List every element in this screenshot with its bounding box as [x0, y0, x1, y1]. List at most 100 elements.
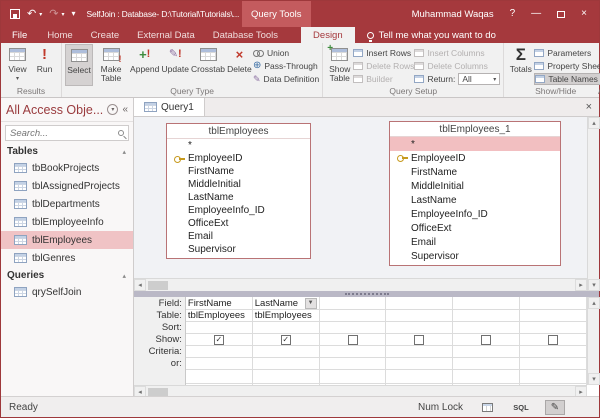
table-cell[interactable] [520, 310, 586, 322]
criteria-cell[interactable] [253, 346, 319, 358]
field-cell[interactable] [320, 297, 386, 310]
close-icon[interactable]: × [586, 98, 599, 116]
top-pane-horizontal-scrollbar[interactable]: ◂ ▸ [134, 278, 587, 291]
scroll-right-icon[interactable]: ▸ [575, 279, 587, 291]
field-cell[interactable] [386, 297, 452, 310]
append-button[interactable]: +! Append [129, 44, 160, 86]
table-field-row[interactable]: OfficeExt [167, 217, 310, 230]
field-cell[interactable] [453, 297, 519, 310]
collapse-group-icon[interactable]: ▴ [122, 272, 126, 280]
top-pane-vertical-scrollbar[interactable]: ▴ ▾ [587, 117, 599, 291]
grid-column-5[interactable] [453, 297, 520, 385]
grid-column-3[interactable] [320, 297, 387, 385]
criteria-cell[interactable] [520, 346, 586, 358]
tab-file[interactable]: File [1, 27, 38, 43]
table-field-row[interactable]: EmployeeInfo_ID [167, 204, 310, 217]
or-cell[interactable] [520, 358, 586, 370]
union-button[interactable]: Union [253, 47, 319, 59]
sql-view-button[interactable]: SQL [511, 400, 531, 415]
tab-home[interactable]: Home [38, 27, 81, 43]
grid-column-6[interactable] [520, 297, 587, 385]
or-cell[interactable] [253, 358, 319, 370]
maximize-button[interactable] [557, 11, 565, 18]
table-field-row[interactable]: FirstName [167, 165, 310, 178]
table-field-row[interactable]: LastName [390, 193, 560, 207]
show-table-button[interactable]: + Show Table [326, 44, 353, 86]
criteria-cell[interactable] [186, 346, 252, 358]
table-window-tblEmployees[interactable]: tblEmployees * EmployeeID FirstName Midd… [166, 123, 311, 259]
nav-item-tbBookProjects[interactable]: tbBookProjects [1, 159, 133, 177]
nav-pane-title[interactable]: All Access Obje... [6, 103, 107, 117]
empty-cell[interactable] [386, 370, 452, 384]
field-cell[interactable] [520, 297, 586, 310]
grid-column-1[interactable]: FirstName tblEmployees ✓ [186, 297, 253, 385]
table-cell[interactable] [320, 310, 386, 322]
show-checkbox[interactable] [414, 335, 424, 345]
design-view-button[interactable]: ✎ [545, 400, 565, 415]
update-button[interactable]: ✎! Update [160, 44, 190, 86]
show-checkbox[interactable] [348, 335, 358, 345]
show-cell[interactable] [520, 334, 586, 346]
table-field-row[interactable]: Supervisor [390, 249, 560, 263]
criteria-cell[interactable] [320, 346, 386, 358]
show-checkbox[interactable] [481, 335, 491, 345]
table-window-title[interactable]: tblEmployees_1 [390, 122, 560, 137]
pass-through-button[interactable]: ⊕ Pass-Through [253, 60, 319, 72]
tab-external-data[interactable]: External Data [128, 27, 204, 43]
empty-cell[interactable] [520, 370, 586, 384]
nav-item-tblEmployees[interactable]: tblEmployees [1, 231, 133, 249]
tab-database-tools[interactable]: Database Tools [204, 27, 287, 43]
table-cell[interactable] [453, 310, 519, 322]
nav-group-queries[interactable]: Queries ▴ [1, 267, 133, 283]
shutter-close-icon[interactable]: « [122, 104, 128, 115]
sort-cell[interactable] [386, 322, 452, 334]
run-button[interactable]: ! Run [31, 44, 58, 86]
insert-rows-button[interactable]: Insert Rows [353, 47, 414, 59]
or-cell[interactable] [186, 358, 252, 370]
user-name[interactable]: Muhammad Waqas [412, 9, 494, 20]
show-cell[interactable]: ✓ [253, 334, 319, 346]
table-cell[interactable] [386, 310, 452, 322]
grid-vertical-scrollbar[interactable]: ▴ ▾ [587, 297, 599, 385]
tell-me-box[interactable]: Tell me what you want to do [355, 27, 496, 43]
save-icon[interactable] [10, 9, 20, 19]
data-definition-button[interactable]: ✎ Data Definition [253, 73, 319, 85]
nav-item-tblGenres[interactable]: tblGenres [1, 249, 133, 267]
nav-item-tblEmployeeInfo[interactable]: tblEmployeeInfo [1, 213, 133, 231]
table-names-button[interactable]: Table Names [534, 73, 600, 85]
table-field-row[interactable]: * [167, 139, 310, 152]
totals-button[interactable]: Σ Totals [507, 44, 534, 86]
close-button[interactable]: × [581, 9, 587, 19]
table-cell[interactable]: tblEmployees [186, 310, 252, 322]
tab-create[interactable]: Create [82, 27, 129, 43]
minimize-button[interactable]: — [531, 9, 541, 19]
or-cell[interactable] [386, 358, 452, 370]
show-checkbox[interactable]: ✓ [214, 335, 224, 345]
criteria-cell[interactable] [453, 346, 519, 358]
table-field-row[interactable]: FirstName [390, 165, 560, 179]
empty-cell[interactable] [253, 370, 319, 384]
nav-menu-icon[interactable]: ▾ [107, 104, 118, 115]
sort-cell[interactable] [520, 322, 586, 334]
scroll-left-icon[interactable]: ◂ [134, 279, 146, 291]
table-field-row[interactable]: Email [390, 235, 560, 249]
or-cell[interactable] [453, 358, 519, 370]
table-field-row[interactable]: OfficeExt [390, 221, 560, 235]
splitter-handle[interactable] [345, 293, 389, 295]
table-field-row[interactable]: EmployeeID [390, 151, 560, 165]
show-checkbox[interactable]: ✓ [281, 335, 291, 345]
empty-cell[interactable] [186, 370, 252, 384]
empty-cell[interactable] [320, 370, 386, 384]
criteria-cell[interactable] [386, 346, 452, 358]
field-cell-selected[interactable]: LastName▼ [253, 297, 319, 310]
nav-group-tables[interactable]: Tables ▴ [1, 143, 133, 159]
table-field-row[interactable]: EmployeeInfo_ID [390, 207, 560, 221]
datasheet-view-button[interactable] [477, 400, 497, 415]
show-cell[interactable] [386, 334, 452, 346]
scrollbar-thumb[interactable] [148, 281, 168, 290]
sort-cell[interactable] [253, 322, 319, 334]
table-field-row[interactable]: Supervisor [167, 243, 310, 256]
scroll-up-icon[interactable]: ▴ [588, 297, 600, 309]
table-field-row[interactable]: LastName [167, 191, 310, 204]
table-field-row-highlighted[interactable]: * [390, 137, 560, 151]
